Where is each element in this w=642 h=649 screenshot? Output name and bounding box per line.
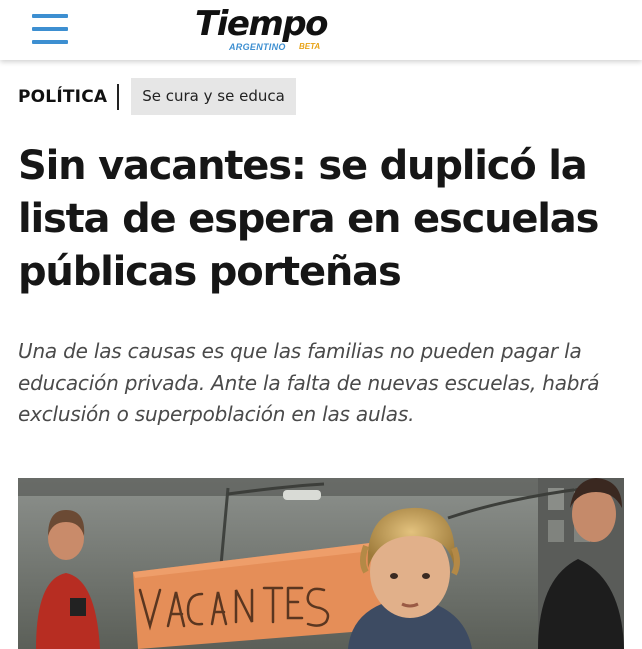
menu-bar — [32, 14, 68, 18]
top-navbar: Tiempo ARGENTINO BETA — [0, 0, 642, 60]
article-headline: Sin vacantes: se duplicó la lista de esp… — [18, 143, 599, 295]
article-summary: Una de las causas es que las familias no… — [18, 339, 600, 426]
logo-beta-badge: BETA — [299, 42, 321, 51]
logo-subtitle: ARGENTINO — [229, 42, 286, 52]
section-divider — [117, 83, 120, 110]
article-hero-image — [18, 478, 624, 649]
topic-tag[interactable]: Se cura y se educa — [131, 78, 296, 115]
hamburger-menu-icon[interactable] — [32, 14, 68, 44]
section-link[interactable]: POLÍTICA — [18, 87, 107, 107]
protest-photo — [18, 478, 624, 649]
article-category-row: POLÍTICA Se cura y se educa — [18, 78, 296, 115]
menu-bar — [32, 40, 68, 44]
menu-bar — [32, 27, 68, 31]
logo-wordmark: Tiempo — [195, 4, 329, 44]
site-logo[interactable]: Tiempo ARGENTINO BETA — [195, 4, 345, 56]
